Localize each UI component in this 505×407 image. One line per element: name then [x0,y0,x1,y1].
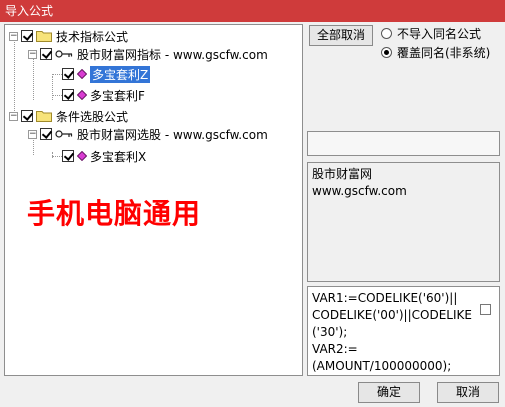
radio-button[interactable] [381,28,392,39]
duobao-f-checkbox[interactable] [62,89,74,101]
description-line: 股市财富网 [312,167,373,181]
duobao-z-checkbox[interactable] [62,68,74,80]
tree-node-gscfw-selection[interactable]: − 股市财富网选股 - www.gscfw.com [28,125,268,143]
radio-no-import[interactable]: 不导入同名公式 [381,25,481,42]
code-checkbox[interactable] [480,304,491,315]
tree-node-label: 股市财富网指标 - www.gscfw.com [77,47,268,62]
tree-connector [52,76,53,100]
folder-icon [36,31,52,42]
collapse-icon[interactable]: − [9,31,18,41]
duobao-x-checkbox[interactable] [62,150,74,162]
description-line: www.gscfw.com [312,184,407,198]
formula-gem-icon [77,90,87,100]
cancel-all-button[interactable]: 全部取消 [309,25,373,46]
empty-field [307,131,500,156]
key-icon [55,50,73,58]
tree-node-label: 多宝套利Z [90,65,151,83]
window-title: 导入公式 [5,4,54,18]
tree-node-stock-selection[interactable]: − 条件选股公式 [9,107,128,125]
tree-node-label: 多宝套利F [90,88,145,103]
tree-node-duobao-f[interactable]: 多宝套利F [62,86,145,104]
gscfw-selection-checkbox[interactable] [40,128,52,140]
formula-gem-icon [77,69,87,79]
radio-overwrite[interactable]: 覆盖同名(非系统) [381,44,490,61]
code-line: CODELIKE('00')||CODELIKE [312,308,472,322]
code-line: ('30'); [312,325,348,339]
code-line: VAR2:= [312,342,358,356]
formula-description: 股市财富网 www.gscfw.com [307,162,500,282]
radio-label: 覆盖同名(非系统) [397,46,491,60]
window-titlebar: 导入公式 [0,0,505,22]
collapse-icon[interactable]: − [28,129,37,139]
formula-tree[interactable]: − 技术指标公式 − 股市财富网指标 - www.gscfw.com 多宝套利Z… [4,24,303,376]
radio-label: 不导入同名公式 [397,27,482,41]
tree-node-duobao-z[interactable]: 多宝套利Z [62,65,151,83]
folder-icon [36,111,52,122]
collapse-icon[interactable]: − [9,111,18,121]
tree-node-gscfw-indicators[interactable]: − 股市财富网指标 - www.gscfw.com [28,45,268,63]
collapse-icon[interactable]: − [28,49,37,59]
ok-button[interactable]: 确定 [358,382,420,403]
cancel-button[interactable]: 取消 [437,382,499,403]
tree-node-label: 多宝套利X [90,149,147,164]
tree-connector [52,152,53,158]
key-icon [55,130,73,138]
tech-indicators-checkbox[interactable] [21,30,33,42]
gscfw-indicators-checkbox[interactable] [40,48,52,60]
tree-node-tech-indicators[interactable]: − 技术指标公式 [9,27,128,45]
stock-selection-checkbox[interactable] [21,110,33,122]
tree-node-label: 条件选股公式 [56,109,129,124]
formula-gem-icon [77,151,87,161]
tree-node-label: 技术指标公式 [56,29,129,44]
tree-node-label: 股市财富网选股 - www.gscfw.com [77,127,268,142]
promo-banner-text: 手机电脑通用 [27,197,202,230]
radio-button[interactable] [381,47,392,58]
formula-code-view[interactable]: VAR1:=CODELIKE('60')|| CODELIKE('00')||C… [307,286,500,376]
tree-connector [33,58,34,100]
code-line: (AMOUNT/100000000); [312,359,452,373]
tree-node-duobao-x[interactable]: 多宝套利X [62,147,146,165]
code-line: VAR1:=CODELIKE('60')|| [312,291,458,305]
